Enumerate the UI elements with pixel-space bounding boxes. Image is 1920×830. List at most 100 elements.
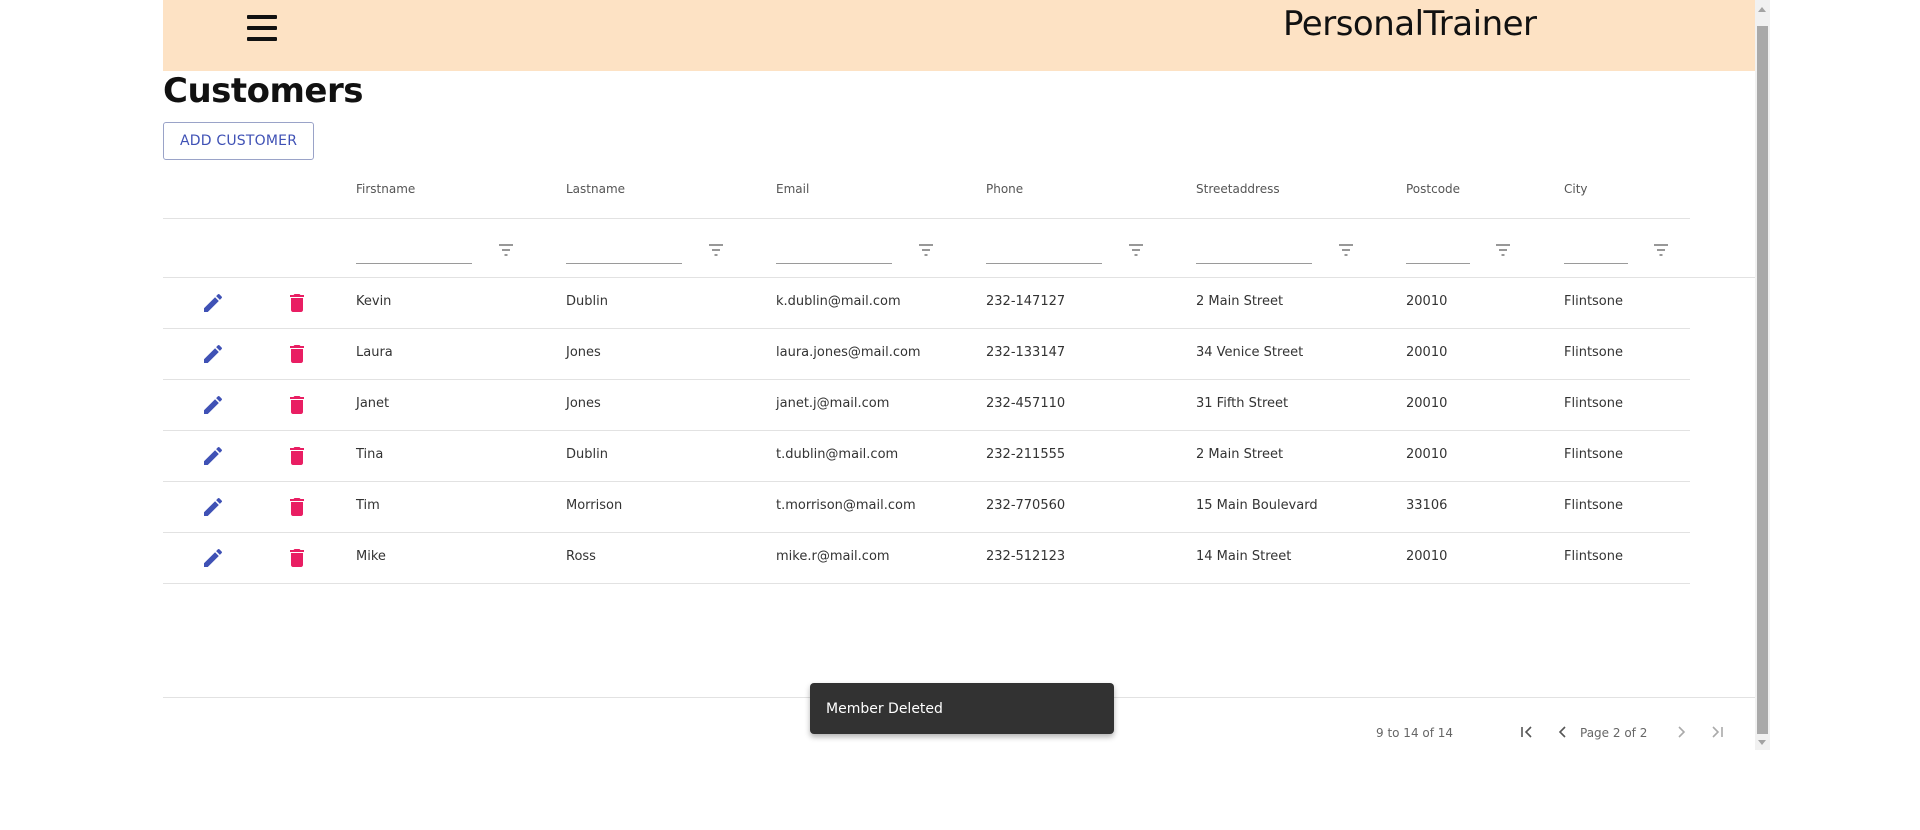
column-header-postcode[interactable]: Postcode [1406,182,1460,196]
cell-lastname: Jones [566,345,601,360]
filter-icon[interactable] [708,244,724,256]
filter-input-firstname[interactable] [356,241,472,264]
cell-city: Flintsone [1564,294,1624,309]
filter-input-lastname[interactable] [566,241,682,264]
snackbar: Member Deleted [810,683,1114,734]
cell-city: Flintsone [1564,447,1624,462]
table-row: Kevin Dublin k.dublin@mail.com 232-14712… [163,278,1690,329]
cell-streetaddress: 2 Main Street [1196,294,1284,309]
filter-input-email[interactable] [776,241,892,264]
hamburger-menu-icon[interactable] [247,13,277,43]
column-header-email[interactable]: Email [776,182,809,196]
filter-input-city[interactable] [1564,241,1628,264]
table-row: Janet Jones janet.j@mail.com 232-457110 … [163,380,1690,431]
page-indicator: Page 2 of 2 [1580,726,1648,740]
cell-streetaddress: 14 Main Street [1196,549,1292,564]
trash-icon[interactable] [285,291,309,315]
cell-email: k.dublin@mail.com [776,294,901,309]
cell-city: Flintsone [1564,498,1624,513]
filter-input-postcode[interactable] [1406,241,1470,264]
filter-icon[interactable] [1653,244,1669,256]
cell-phone: 232-512123 [986,549,1066,564]
cell-lastname: Dublin [566,447,608,462]
column-header-streetaddress[interactable]: Streetaddress [1196,182,1280,196]
table-row: Tina Dublin t.dublin@mail.com 232-211555… [163,431,1690,482]
filter-input-streetaddress[interactable] [1196,241,1312,264]
cell-phone: 232-770560 [986,498,1066,513]
filter-icon[interactable] [498,244,514,256]
last-page-icon[interactable] [1707,722,1727,742]
scroll-up-arrow-icon[interactable] [1758,7,1766,12]
snackbar-message: Member Deleted [826,700,943,717]
cell-firstname: Tina [356,447,384,462]
grid-body: Kevin Dublin k.dublin@mail.com 232-14712… [163,278,1690,584]
cell-city: Flintsone [1564,549,1624,564]
first-page-icon[interactable] [1517,722,1537,742]
cell-phone: 232-457110 [986,396,1066,411]
cell-postcode: 20010 [1406,345,1448,360]
column-header-city[interactable]: City [1564,182,1588,196]
grid-header-row: Firstname Lastname Email Phone Streetadd… [163,170,1690,219]
previous-page-icon[interactable] [1553,722,1573,742]
scrollbar-thumb[interactable] [1757,26,1768,734]
next-page-icon[interactable] [1671,722,1691,742]
filter-icon[interactable] [1495,244,1511,256]
filter-icon[interactable] [918,244,934,256]
cell-email: janet.j@mail.com [776,396,890,411]
trash-icon[interactable] [285,495,309,519]
trash-icon[interactable] [285,444,309,468]
pencil-icon[interactable] [201,393,225,417]
cell-phone: 232-211555 [986,447,1066,462]
pencil-icon[interactable] [201,546,225,570]
cell-firstname: Laura [356,345,393,360]
scroll-down-arrow-icon[interactable] [1758,740,1766,745]
cell-streetaddress: 2 Main Street [1196,447,1284,462]
column-header-lastname[interactable]: Lastname [566,182,625,196]
trash-icon[interactable] [285,546,309,570]
grid-filter-row [163,219,1755,278]
customers-grid: Firstname Lastname Email Phone Streetadd… [163,170,1755,700]
trash-icon[interactable] [285,342,309,366]
cell-email: t.dublin@mail.com [776,447,899,462]
trash-icon[interactable] [285,393,309,417]
app-title: PersonalTrainer [1283,4,1537,44]
add-customer-button[interactable]: ADD CUSTOMER [163,122,315,160]
cell-streetaddress: 31 Fifth Street [1196,396,1289,411]
cell-lastname: Jones [566,396,601,411]
cell-email: laura.jones@mail.com [776,345,921,360]
pencil-icon[interactable] [201,342,225,366]
cell-postcode: 20010 [1406,294,1448,309]
cell-postcode: 33106 [1406,498,1448,513]
app-bar: PersonalTrainer [163,0,1755,71]
column-header-phone[interactable]: Phone [986,182,1023,196]
cell-city: Flintsone [1564,345,1624,360]
table-row: Tim Morrison t.morrison@mail.com 232-770… [163,482,1690,533]
table-row: Laura Jones laura.jones@mail.com 232-133… [163,329,1690,380]
pencil-icon[interactable] [201,291,225,315]
filter-icon[interactable] [1128,244,1144,256]
cell-streetaddress: 15 Main Boulevard [1196,498,1318,513]
pencil-icon[interactable] [201,444,225,468]
cell-lastname: Morrison [566,498,623,513]
pagination-summary: 9 to 14 of 14 [1376,726,1454,740]
cell-email: mike.r@mail.com [776,549,890,564]
cell-postcode: 20010 [1406,549,1448,564]
app-window: PersonalTrainer Customers ADD CUSTOMER F… [163,0,1755,750]
cell-postcode: 20010 [1406,447,1448,462]
cell-postcode: 20010 [1406,396,1448,411]
table-row: Mike Ross mike.r@mail.com 232-512123 14 … [163,533,1690,584]
column-header-firstname[interactable]: Firstname [356,182,415,196]
page-title: Customers [163,71,364,111]
cell-streetaddress: 34 Venice Street [1196,345,1304,360]
vertical-scrollbar[interactable] [1755,0,1770,750]
cell-phone: 232-133147 [986,345,1066,360]
cell-firstname: Tim [356,498,380,513]
filter-icon[interactable] [1338,244,1354,256]
filter-input-phone[interactable] [986,241,1102,264]
pencil-icon[interactable] [201,495,225,519]
cell-firstname: Mike [356,549,386,564]
cell-phone: 232-147127 [986,294,1066,309]
cell-lastname: Ross [566,549,596,564]
cell-city: Flintsone [1564,396,1624,411]
cell-email: t.morrison@mail.com [776,498,916,513]
